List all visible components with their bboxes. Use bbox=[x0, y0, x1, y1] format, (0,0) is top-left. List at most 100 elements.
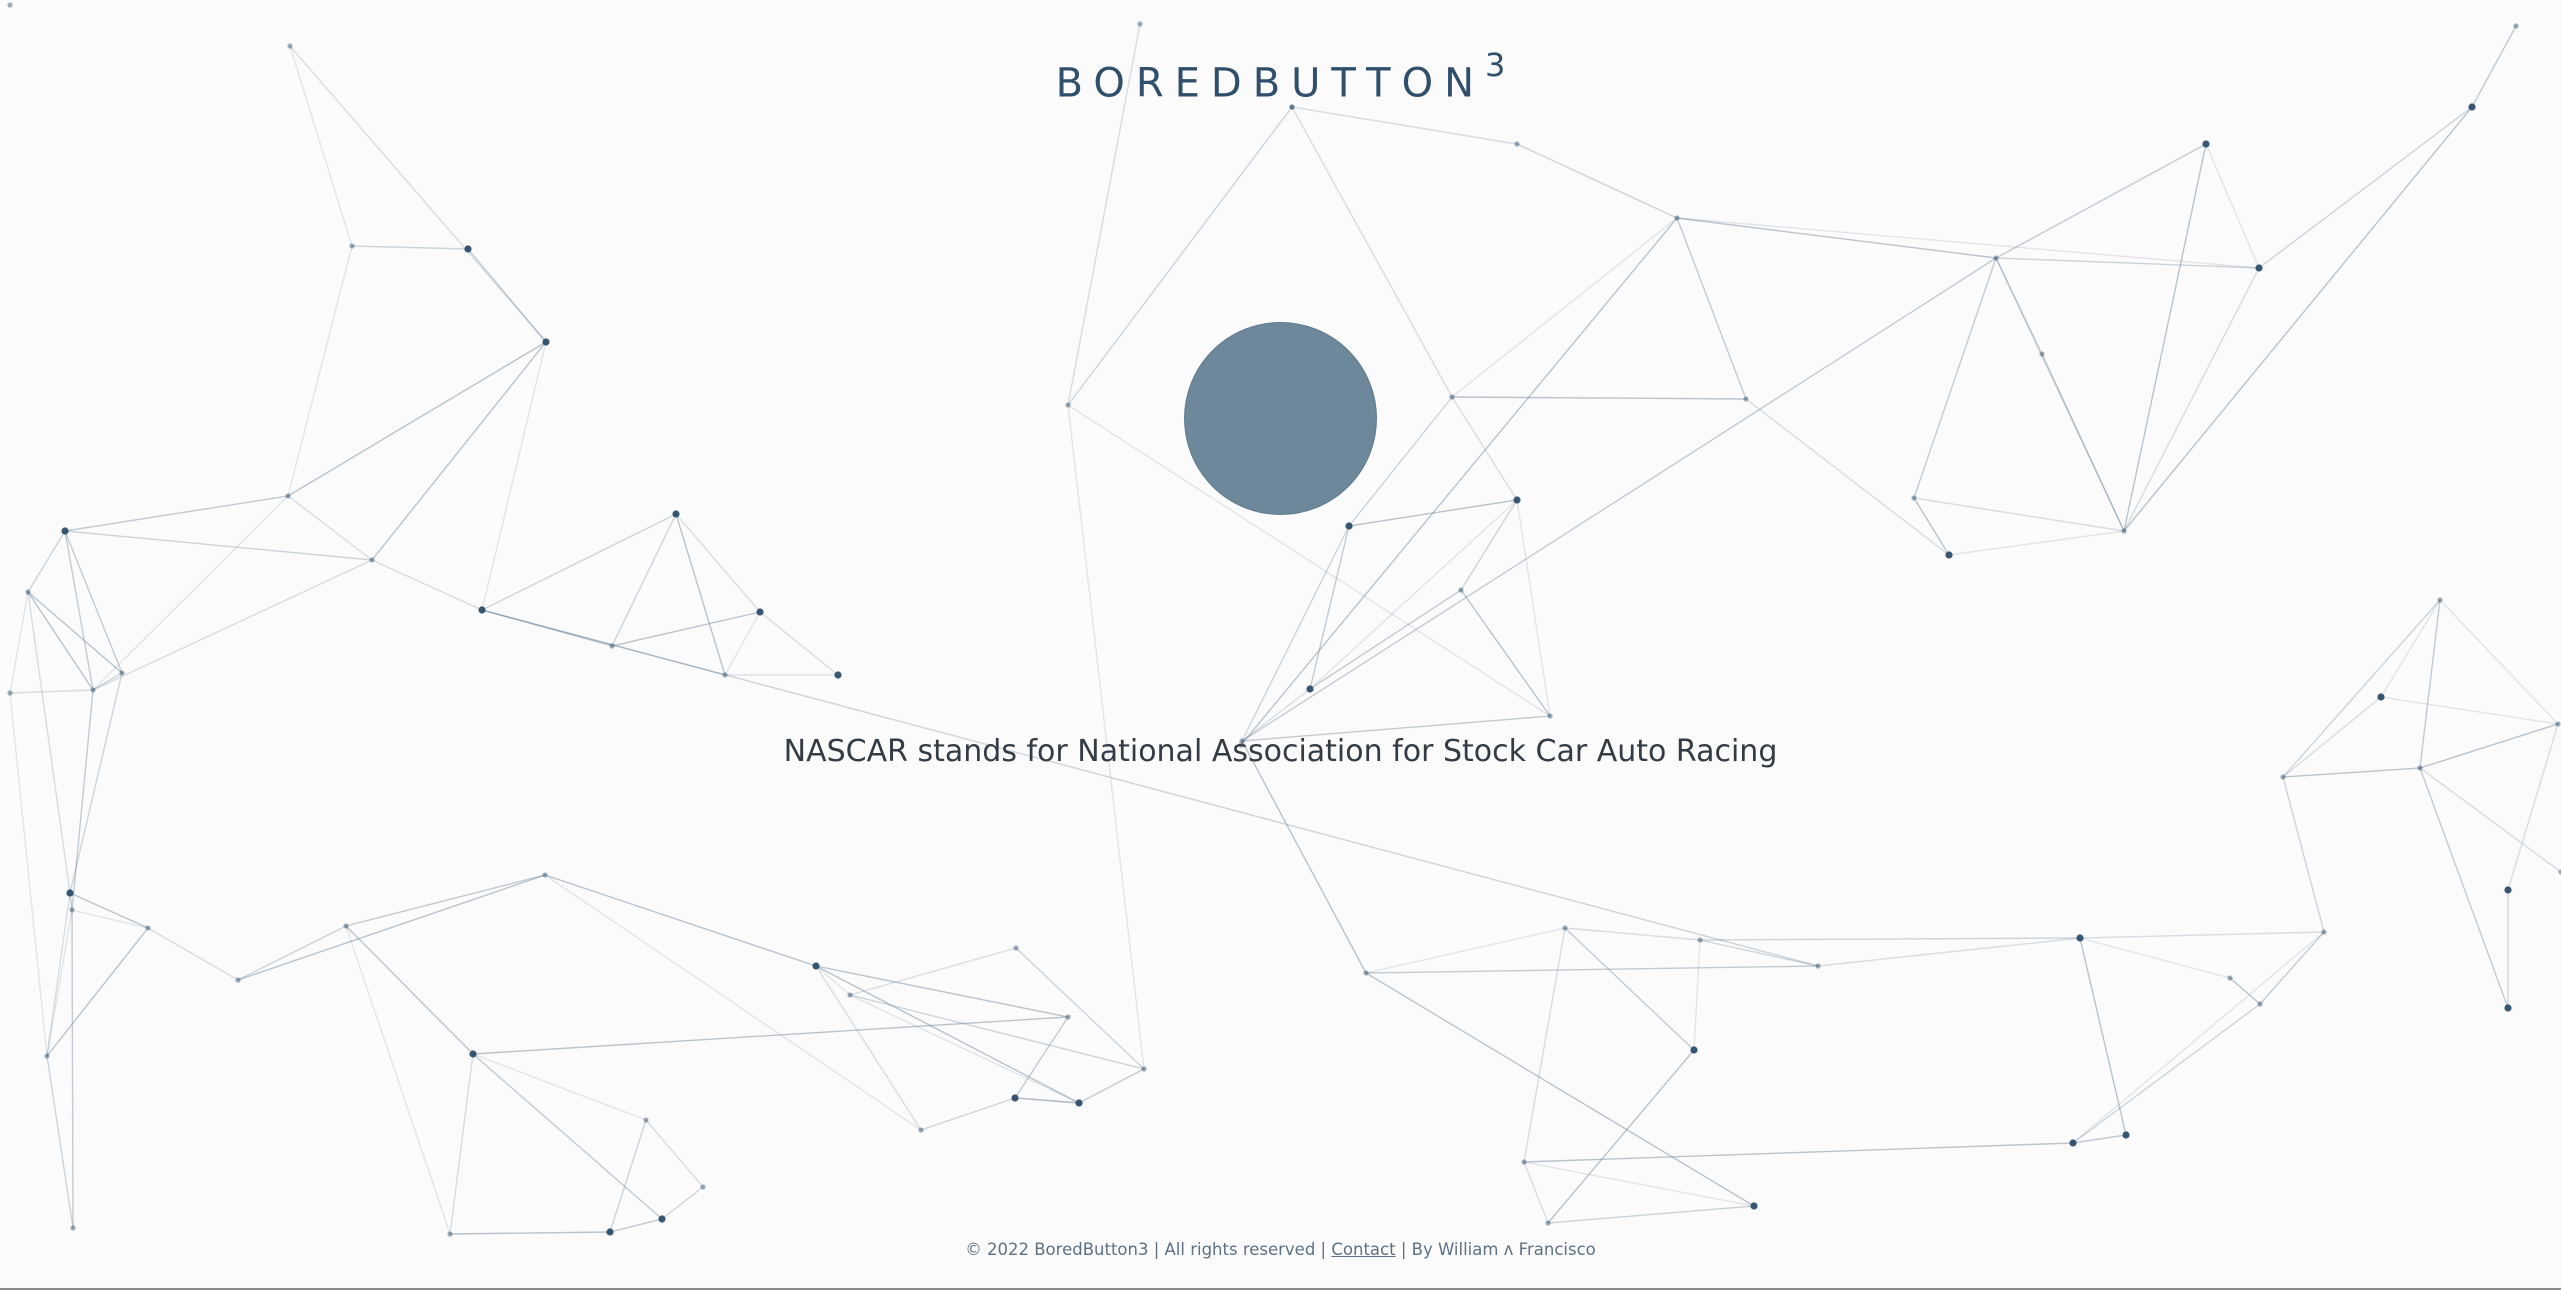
network-edge bbox=[1699, 937, 2081, 941]
network-node bbox=[145, 925, 151, 931]
network-node bbox=[1815, 963, 1821, 969]
network-edge bbox=[345, 874, 546, 927]
network-edge bbox=[2123, 143, 2207, 532]
network-edge bbox=[1564, 927, 1695, 1051]
contact-link[interactable]: Contact bbox=[1331, 1240, 1395, 1259]
network-edge bbox=[46, 1055, 74, 1229]
network-edge bbox=[27, 591, 94, 691]
network-edge bbox=[287, 341, 547, 497]
network-edge bbox=[472, 1053, 647, 1121]
network-node bbox=[1547, 713, 1553, 719]
network-edge bbox=[2419, 767, 2509, 1009]
network-node bbox=[1945, 551, 1953, 559]
network-edge bbox=[237, 925, 347, 981]
network-node bbox=[609, 643, 615, 649]
footer-copyright: © 2022 BoredButton3 | All rights reserve… bbox=[965, 1240, 1332, 1259]
network-edge bbox=[1523, 1161, 1755, 1207]
network-node bbox=[1697, 937, 1703, 943]
network-node bbox=[847, 992, 853, 998]
network-edge bbox=[9, 689, 94, 694]
network-edge bbox=[2123, 106, 2473, 532]
network-node bbox=[2377, 693, 2385, 701]
network-edge bbox=[1676, 217, 1997, 259]
network-edge bbox=[1241, 257, 1997, 742]
network-node bbox=[2504, 886, 2512, 894]
network-edge bbox=[2229, 977, 2261, 1005]
network-edge bbox=[345, 925, 451, 1235]
network-edge bbox=[724, 611, 761, 676]
network-node bbox=[918, 1127, 924, 1133]
network-edge bbox=[287, 495, 373, 561]
network-node bbox=[2280, 774, 2286, 780]
footer-byline: | By William ʌ Francisco bbox=[1395, 1240, 1596, 1259]
network-node bbox=[542, 338, 550, 346]
network-node bbox=[1521, 1159, 1527, 1165]
network-node bbox=[369, 557, 375, 563]
network-node bbox=[700, 1184, 706, 1190]
network-node bbox=[2255, 264, 2263, 272]
network-edge bbox=[1948, 530, 2125, 556]
network-edge bbox=[2079, 937, 2231, 979]
network-edge bbox=[849, 994, 1080, 1104]
network-edge bbox=[1913, 257, 1997, 499]
network-edge bbox=[1995, 257, 2260, 269]
network-node bbox=[1449, 394, 1455, 400]
network-node bbox=[1993, 255, 1999, 261]
network-node bbox=[1065, 1014, 1071, 1020]
fact-text: NASCAR stands for National Association f… bbox=[783, 734, 1778, 769]
network-edge bbox=[2205, 143, 2260, 269]
network-node bbox=[464, 245, 472, 253]
network-node bbox=[349, 243, 355, 249]
network-edge bbox=[645, 1119, 704, 1188]
network-edge bbox=[2380, 599, 2441, 698]
network-node bbox=[1065, 402, 1071, 408]
network-edge bbox=[472, 1053, 663, 1220]
site-logo[interactable]: BOREDBUTTON3 bbox=[0, 46, 2561, 107]
network-edge bbox=[71, 909, 149, 929]
logo-text: BOREDBUTTON bbox=[1055, 60, 1486, 107]
network-edge bbox=[1451, 396, 1747, 400]
network-node bbox=[834, 671, 842, 679]
network-edge bbox=[1817, 937, 2081, 967]
network-edge bbox=[1995, 143, 2207, 259]
network-edge bbox=[2079, 931, 2325, 939]
network-node bbox=[343, 923, 349, 929]
network-edge bbox=[147, 927, 239, 981]
network-node bbox=[812, 962, 820, 970]
network-edge bbox=[1523, 1142, 2074, 1163]
background-network-animation bbox=[7, 2, 2561, 1237]
network-node bbox=[1545, 1220, 1551, 1226]
network-edge bbox=[611, 513, 677, 647]
network-node bbox=[2039, 351, 2045, 357]
network-node bbox=[1013, 945, 1019, 951]
network-edge bbox=[815, 965, 922, 1131]
network-node bbox=[285, 493, 291, 499]
bored-button[interactable] bbox=[1184, 322, 1377, 515]
network-node bbox=[1363, 970, 1369, 976]
network-node bbox=[1306, 685, 1314, 693]
network-node bbox=[1911, 495, 1917, 501]
network-edge bbox=[1460, 499, 1518, 591]
network-node bbox=[2202, 140, 2210, 148]
network-edge bbox=[71, 909, 74, 1229]
network-edge bbox=[64, 495, 289, 532]
network-edge bbox=[1460, 589, 1551, 717]
network-node bbox=[70, 1225, 76, 1231]
network-edge bbox=[675, 513, 726, 676]
network-edge bbox=[69, 892, 149, 929]
network-edge bbox=[472, 1016, 1069, 1055]
network-edge bbox=[661, 1186, 704, 1220]
footer: © 2022 BoredButton3 | All rights reserve… bbox=[0, 1240, 2561, 1259]
network-edge bbox=[1451, 396, 1518, 501]
network-edge bbox=[69, 672, 123, 894]
network-node bbox=[469, 1050, 477, 1058]
network-edge bbox=[237, 874, 546, 981]
network-node bbox=[235, 977, 241, 983]
network-edge bbox=[1291, 106, 1518, 145]
network-edge bbox=[449, 1053, 474, 1235]
network-node bbox=[756, 608, 764, 616]
network-node bbox=[478, 606, 486, 614]
network-node bbox=[606, 1228, 614, 1236]
network-edge bbox=[371, 559, 483, 611]
network-edge bbox=[481, 609, 1819, 967]
